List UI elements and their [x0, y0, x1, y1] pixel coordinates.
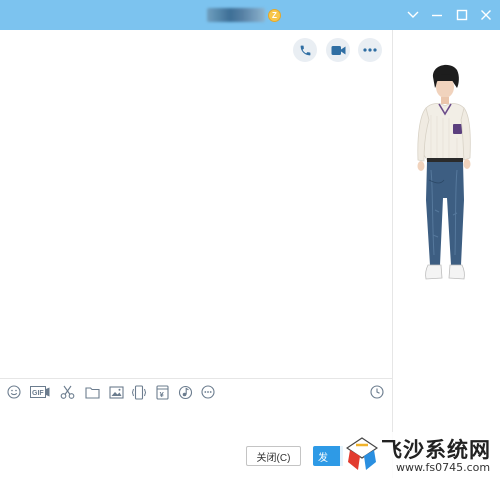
- phone-icon[interactable]: [293, 38, 317, 62]
- vip-badge: Z: [268, 9, 281, 22]
- close-icon[interactable]: [476, 5, 496, 25]
- message-area[interactable]: [0, 30, 392, 378]
- maximize-icon[interactable]: [452, 5, 472, 25]
- site-watermark: 飞沙系统网 www.fs0745.com: [340, 432, 500, 478]
- chevron-down-icon[interactable]: [403, 5, 423, 25]
- phone-shake-icon[interactable]: [130, 383, 148, 401]
- folder-icon[interactable]: [83, 383, 101, 401]
- contact-name-blurred: [207, 8, 265, 22]
- title-bar: Z: [0, 0, 500, 30]
- red-packet-icon[interactable]: ¥: [153, 383, 171, 401]
- message-input[interactable]: [0, 404, 392, 442]
- scissors-icon[interactable]: [58, 383, 76, 401]
- yen-label: ¥: [159, 390, 164, 399]
- send-button[interactable]: 发: [313, 446, 343, 466]
- more-icon[interactable]: [199, 383, 217, 401]
- avatar-show-panel: [393, 30, 500, 478]
- watermark-title: 飞沙系统网: [381, 438, 491, 462]
- watermark-logo-icon: [346, 437, 378, 470]
- image-icon[interactable]: [107, 383, 125, 401]
- emoji-icon[interactable]: [5, 383, 23, 401]
- clock-icon[interactable]: [368, 383, 386, 401]
- input-toolbar: GIF ¥: [0, 380, 392, 404]
- avatar-figure: [417, 64, 471, 280]
- gif-icon[interactable]: GIF: [30, 383, 50, 401]
- music-icon[interactable]: [176, 383, 194, 401]
- minimize-icon[interactable]: [427, 5, 447, 25]
- watermark-url: www.fs0745.com: [396, 461, 491, 474]
- gif-label: GIF: [32, 390, 44, 397]
- close-button[interactable]: 关闭(C): [246, 446, 301, 466]
- more-options-icon[interactable]: [358, 38, 382, 62]
- input-divider: [0, 378, 392, 379]
- video-call-icon[interactable]: [326, 38, 350, 62]
